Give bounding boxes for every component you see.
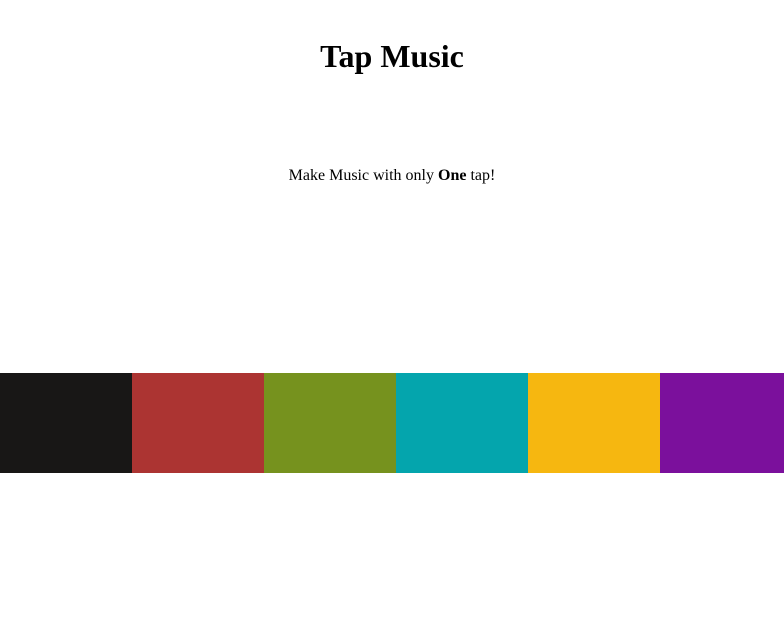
page: Tap Music Make Music with only One tap! [0, 0, 784, 620]
tagline-suffix: tap! [466, 167, 496, 184]
tagline: Make Music with only One tap! [0, 166, 784, 186]
pad-red[interactable] [132, 373, 264, 473]
sound-pads [0, 373, 784, 473]
pad-teal[interactable] [396, 373, 528, 473]
page-title: Tap Music [320, 38, 464, 74]
pad-purple[interactable] [660, 373, 784, 473]
tagline-emphasis: One [438, 167, 467, 184]
pad-green[interactable] [264, 373, 396, 473]
pad-yellow[interactable] [528, 373, 660, 473]
tagline-prefix: Make Music with only [288, 167, 438, 184]
pad-black[interactable] [0, 373, 132, 473]
